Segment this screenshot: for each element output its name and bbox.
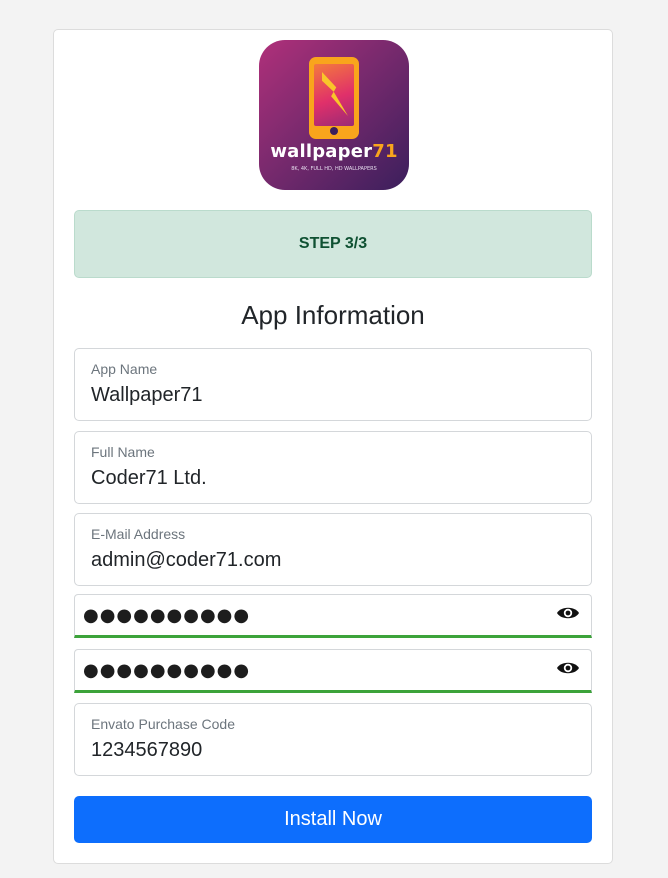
full-name-input[interactable]: Coder71 Ltd.	[91, 467, 207, 490]
page-title: App Information	[241, 300, 425, 330]
email-input[interactable]: admin@coder71.com	[91, 549, 281, 572]
password-input[interactable]: ●●●●●●●●●●	[83, 605, 250, 626]
eye-icon[interactable]	[556, 660, 580, 676]
step-label: STEP 3/3	[298, 235, 368, 252]
bolt-icon	[322, 72, 348, 116]
full-name-label: Full Name	[91, 444, 155, 460]
install-card: wallpaper71 8K, 4K, FULL HD, HD WALLPAPE…	[53, 29, 613, 864]
logo-word: wallpaper	[270, 141, 373, 162]
phone-icon	[309, 57, 359, 139]
app-logo: wallpaper71 8K, 4K, FULL HD, HD WALLPAPE…	[259, 40, 409, 190]
app-name-field[interactable]: App Name Wallpaper71	[74, 348, 592, 421]
install-now-label: Install Now	[284, 808, 382, 830]
eye-icon[interactable]	[556, 605, 580, 621]
password-field[interactable]: ●●●●●●●●●●	[74, 594, 592, 638]
purchase-code-field[interactable]: Envato Purchase Code 1234567890	[74, 703, 592, 776]
app-name-label: App Name	[91, 361, 158, 377]
step-indicator: STEP 3/3	[74, 210, 592, 278]
full-name-field[interactable]: Full Name Coder71 Ltd.	[74, 431, 592, 504]
email-label: E-Mail Address	[91, 526, 186, 542]
phone-home-button	[330, 127, 338, 135]
logo-wordmark: wallpaper71	[259, 141, 409, 162]
purchase-code-label: Envato Purchase Code	[91, 716, 235, 732]
logo-number: 71	[372, 141, 398, 162]
password-confirm-input[interactable]: ●●●●●●●●●●	[83, 660, 250, 681]
logo-tagline: 8K, 4K, FULL HD, HD WALLPAPERS	[291, 166, 377, 172]
email-field[interactable]: E-Mail Address admin@coder71.com	[74, 513, 592, 586]
app-name-input[interactable]: Wallpaper71	[91, 384, 203, 407]
purchase-code-input[interactable]: 1234567890	[91, 739, 202, 762]
install-now-button[interactable]: Install Now	[74, 796, 592, 843]
password-confirm-field[interactable]: ●●●●●●●●●●	[74, 649, 592, 693]
phone-screen	[314, 64, 354, 126]
